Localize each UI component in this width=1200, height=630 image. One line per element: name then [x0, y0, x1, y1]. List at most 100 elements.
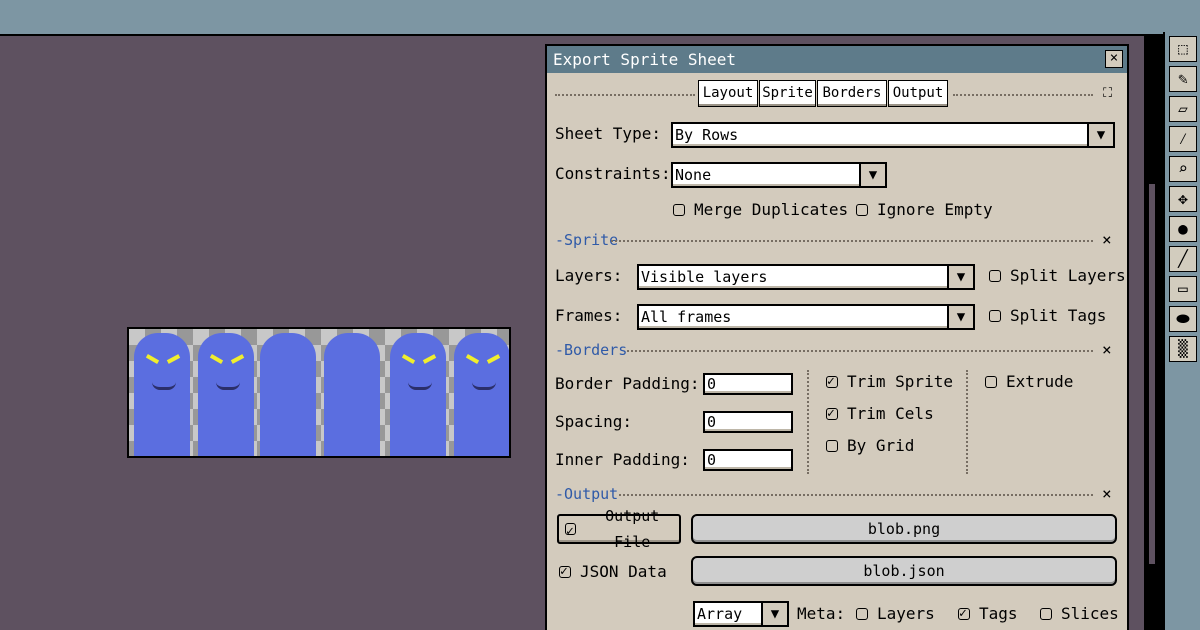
ellipse-icon[interactable]: ⬬ — [1169, 306, 1197, 332]
line-icon[interactable]: ╱ — [1169, 246, 1197, 272]
json-file-path-button[interactable]: blob.json — [691, 556, 1117, 586]
sheet-type-select[interactable]: By Rows ▼ — [671, 122, 1115, 148]
checkbox-box[interactable] — [989, 270, 1001, 282]
border-padding-input[interactable]: 0 — [703, 373, 793, 395]
blob-eye — [486, 354, 501, 364]
export-sprite-sheet-dialog: Export Sprite Sheet × Layout Sprite Bord… — [545, 44, 1129, 630]
expand-icon[interactable]: ⛶ — [1103, 86, 1112, 102]
frames-select[interactable]: All frames ▼ — [637, 304, 975, 330]
json-data-checkbox[interactable]: JSON Data — [559, 562, 667, 582]
blob-mouth — [408, 382, 432, 390]
dialog-titlebar[interactable]: Export Sprite Sheet × — [547, 46, 1127, 73]
constraints-select[interactable]: None ▼ — [671, 162, 887, 188]
tab-sprite[interactable]: Sprite — [759, 80, 816, 107]
marquee-icon[interactable]: ⬚ — [1169, 36, 1197, 62]
scrollbar-thumb[interactable] — [1149, 184, 1155, 564]
split-layers-checkbox[interactable]: Split Layers — [989, 266, 1126, 286]
eyedropper-icon[interactable]: ⁄ — [1169, 126, 1197, 152]
checkbox-box[interactable] — [559, 562, 571, 582]
chevron-down-icon[interactable]: ▼ — [859, 162, 887, 188]
checkbox-box[interactable] — [826, 440, 838, 452]
extrude-checkbox[interactable]: Extrude — [985, 372, 1073, 392]
ignore-empty-label: Ignore Empty — [877, 200, 993, 219]
blob-eye — [465, 354, 480, 364]
json-data-label: JSON Data — [580, 562, 667, 581]
output-section-title: -Output — [555, 485, 619, 503]
rectangle-icon[interactable]: ▭ — [1169, 276, 1197, 302]
layers-select[interactable]: Visible layers ▼ — [637, 264, 975, 290]
checkbox-box[interactable] — [1040, 608, 1052, 620]
sprite-frame-6 — [449, 329, 509, 456]
checkbox-box[interactable] — [856, 608, 868, 620]
eraser-icon[interactable]: ▱ — [1169, 96, 1197, 122]
tab-borders[interactable]: Borders — [817, 80, 887, 107]
constraints-value: None — [675, 166, 712, 184]
blob-figure — [390, 333, 446, 456]
sprite-frame-3 — [257, 329, 321, 456]
blob-eye — [166, 354, 181, 364]
by-grid-checkbox[interactable]: By Grid — [826, 436, 914, 456]
inner-padding-input[interactable]: 0 — [703, 449, 793, 471]
divider — [611, 240, 1093, 242]
collapse-borders-icon[interactable]: × — [1102, 342, 1112, 358]
merge-duplicates-label: Merge Duplicates — [694, 200, 849, 219]
meta-tags-checkbox[interactable]: Tags — [958, 604, 1018, 624]
checkbox-box[interactable] — [985, 376, 997, 388]
blob-eye — [145, 354, 160, 364]
pencil-icon[interactable]: ✎ — [1169, 66, 1197, 92]
output-file-path-button[interactable]: blob.png — [691, 514, 1117, 544]
tab-layout[interactable]: Layout — [698, 80, 758, 107]
checkbox-box[interactable] — [565, 519, 577, 545]
checkbox-box[interactable] — [989, 310, 1001, 322]
chevron-down-icon[interactable]: ▼ — [1087, 122, 1115, 148]
blob-mouth — [472, 382, 496, 390]
close-icon[interactable]: × — [1105, 50, 1123, 68]
split-layers-label: Split Layers — [1010, 266, 1126, 285]
output-file-toggle[interactable]: Output File — [557, 507, 681, 551]
move-icon[interactable]: ✥ — [1169, 186, 1197, 212]
trim-cels-label: Trim Cels — [847, 404, 934, 423]
collapse-output-icon[interactable]: × — [1102, 486, 1112, 502]
trim-cels-checkbox[interactable]: Trim Cels — [826, 404, 934, 424]
checkbox-box[interactable] — [958, 604, 970, 624]
sprite-preview-strip — [127, 327, 511, 458]
blob-eye — [401, 354, 416, 364]
chevron-down-icon[interactable]: ▼ — [761, 601, 789, 627]
split-tags-checkbox[interactable]: Split Tags — [989, 306, 1106, 326]
divider — [627, 350, 1093, 352]
meta-tags-label: Tags — [979, 604, 1018, 623]
split-tags-label: Split Tags — [1010, 306, 1107, 325]
ignore-empty-checkbox[interactable]: Ignore Empty — [856, 200, 993, 220]
layers-label: Layers: — [555, 266, 623, 285]
sheet-type-value: By Rows — [675, 126, 739, 144]
by-grid-label: By Grid — [847, 436, 915, 455]
blob-mouth — [216, 382, 240, 390]
workspace-top-strip — [0, 0, 1200, 32]
chevron-down-icon[interactable]: ▼ — [947, 264, 975, 290]
collapse-sprite-icon[interactable]: × — [1102, 232, 1112, 248]
checkbox-box[interactable] — [826, 404, 838, 424]
layers-value: Visible layers — [641, 268, 768, 286]
dialog-title: Export Sprite Sheet — [553, 50, 737, 69]
inner-padding-label: Inner Padding: — [555, 450, 690, 469]
blur-icon[interactable]: ▒ — [1169, 336, 1197, 362]
merge-duplicates-checkbox[interactable]: Merge Duplicates — [673, 200, 848, 220]
checkbox-box[interactable] — [826, 372, 838, 392]
trim-sprite-checkbox[interactable]: Trim Sprite — [826, 372, 953, 392]
constraints-label: Constraints: — [555, 164, 671, 183]
blob-mouth — [152, 382, 176, 390]
chevron-down-icon[interactable]: ▼ — [947, 304, 975, 330]
vertical-scrollbar[interactable] — [1146, 34, 1163, 630]
fill-icon[interactable]: ● — [1169, 216, 1197, 242]
checkbox-box[interactable] — [856, 204, 868, 216]
tab-output[interactable]: Output — [888, 80, 948, 107]
zoom-icon[interactable]: ⌕ — [1169, 156, 1197, 182]
blob-figure — [260, 333, 316, 456]
checkbox-box[interactable] — [673, 204, 685, 216]
blob-figure — [454, 333, 509, 456]
json-format-select[interactable]: Array ▼ — [693, 601, 789, 627]
spacing-input[interactable]: 0 — [703, 411, 793, 433]
meta-layers-checkbox[interactable]: Layers — [856, 604, 935, 624]
meta-slices-checkbox[interactable]: Slices — [1040, 604, 1119, 624]
divider — [966, 370, 968, 474]
